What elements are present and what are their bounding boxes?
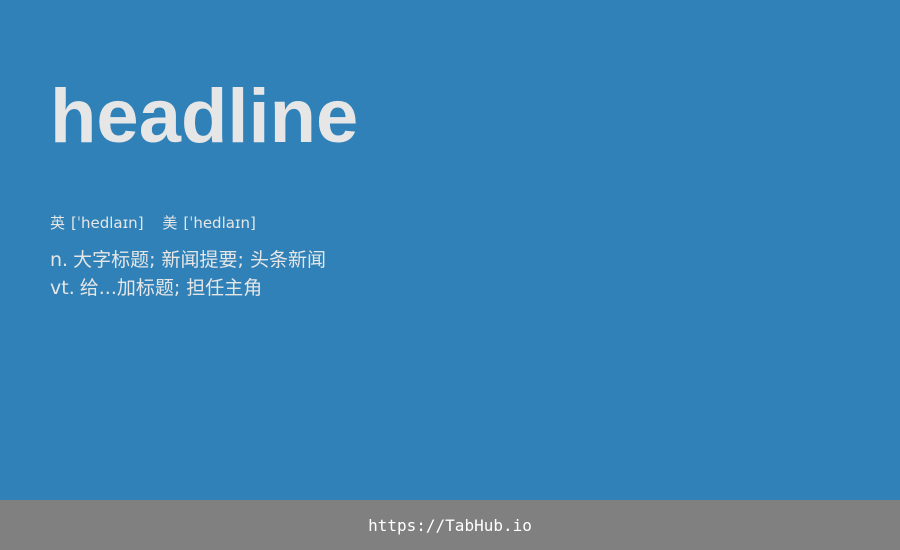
definition-text: 大字标题; 新闻提要; 头条新闻 [73,249,326,271]
headword: headline [50,74,359,159]
definition-noun: n. 大字标题; 新闻提要; 头条新闻 [50,246,326,274]
footer-bar: https://TabHub.io [0,500,900,550]
pronunciation-row: 英 [ˈhedlaɪn] 美 [ˈhedlaɪn] [50,212,256,234]
pronunciation-label: 英 [50,214,66,232]
definition-list: n. 大字标题; 新闻提要; 头条新闻 vt. 给...加标题; 担任主角 [50,246,326,302]
definition-verb: vt. 给...加标题; 担任主角 [50,274,326,302]
part-of-speech: vt. [50,277,75,299]
pronunciation-uk: 英 [ˈhedlaɪn] [50,212,144,234]
definition-text: 给...加标题; 担任主角 [79,277,263,299]
word-card: headline 英 [ˈhedlaɪn] 美 [ˈhedlaɪn] n. 大字标题;… [0,0,900,500]
part-of-speech: n. [50,249,69,271]
pronunciation-label: 美 [162,214,178,232]
footer-link[interactable]: https://TabHub.io [368,516,532,535]
pronunciation-us: 美 [ˈhedlaɪn] [162,212,256,234]
pronunciation-ipa: [ˈhedlaɪn] [71,214,144,232]
pronunciation-ipa: [ˈhedlaɪn] [183,214,256,232]
